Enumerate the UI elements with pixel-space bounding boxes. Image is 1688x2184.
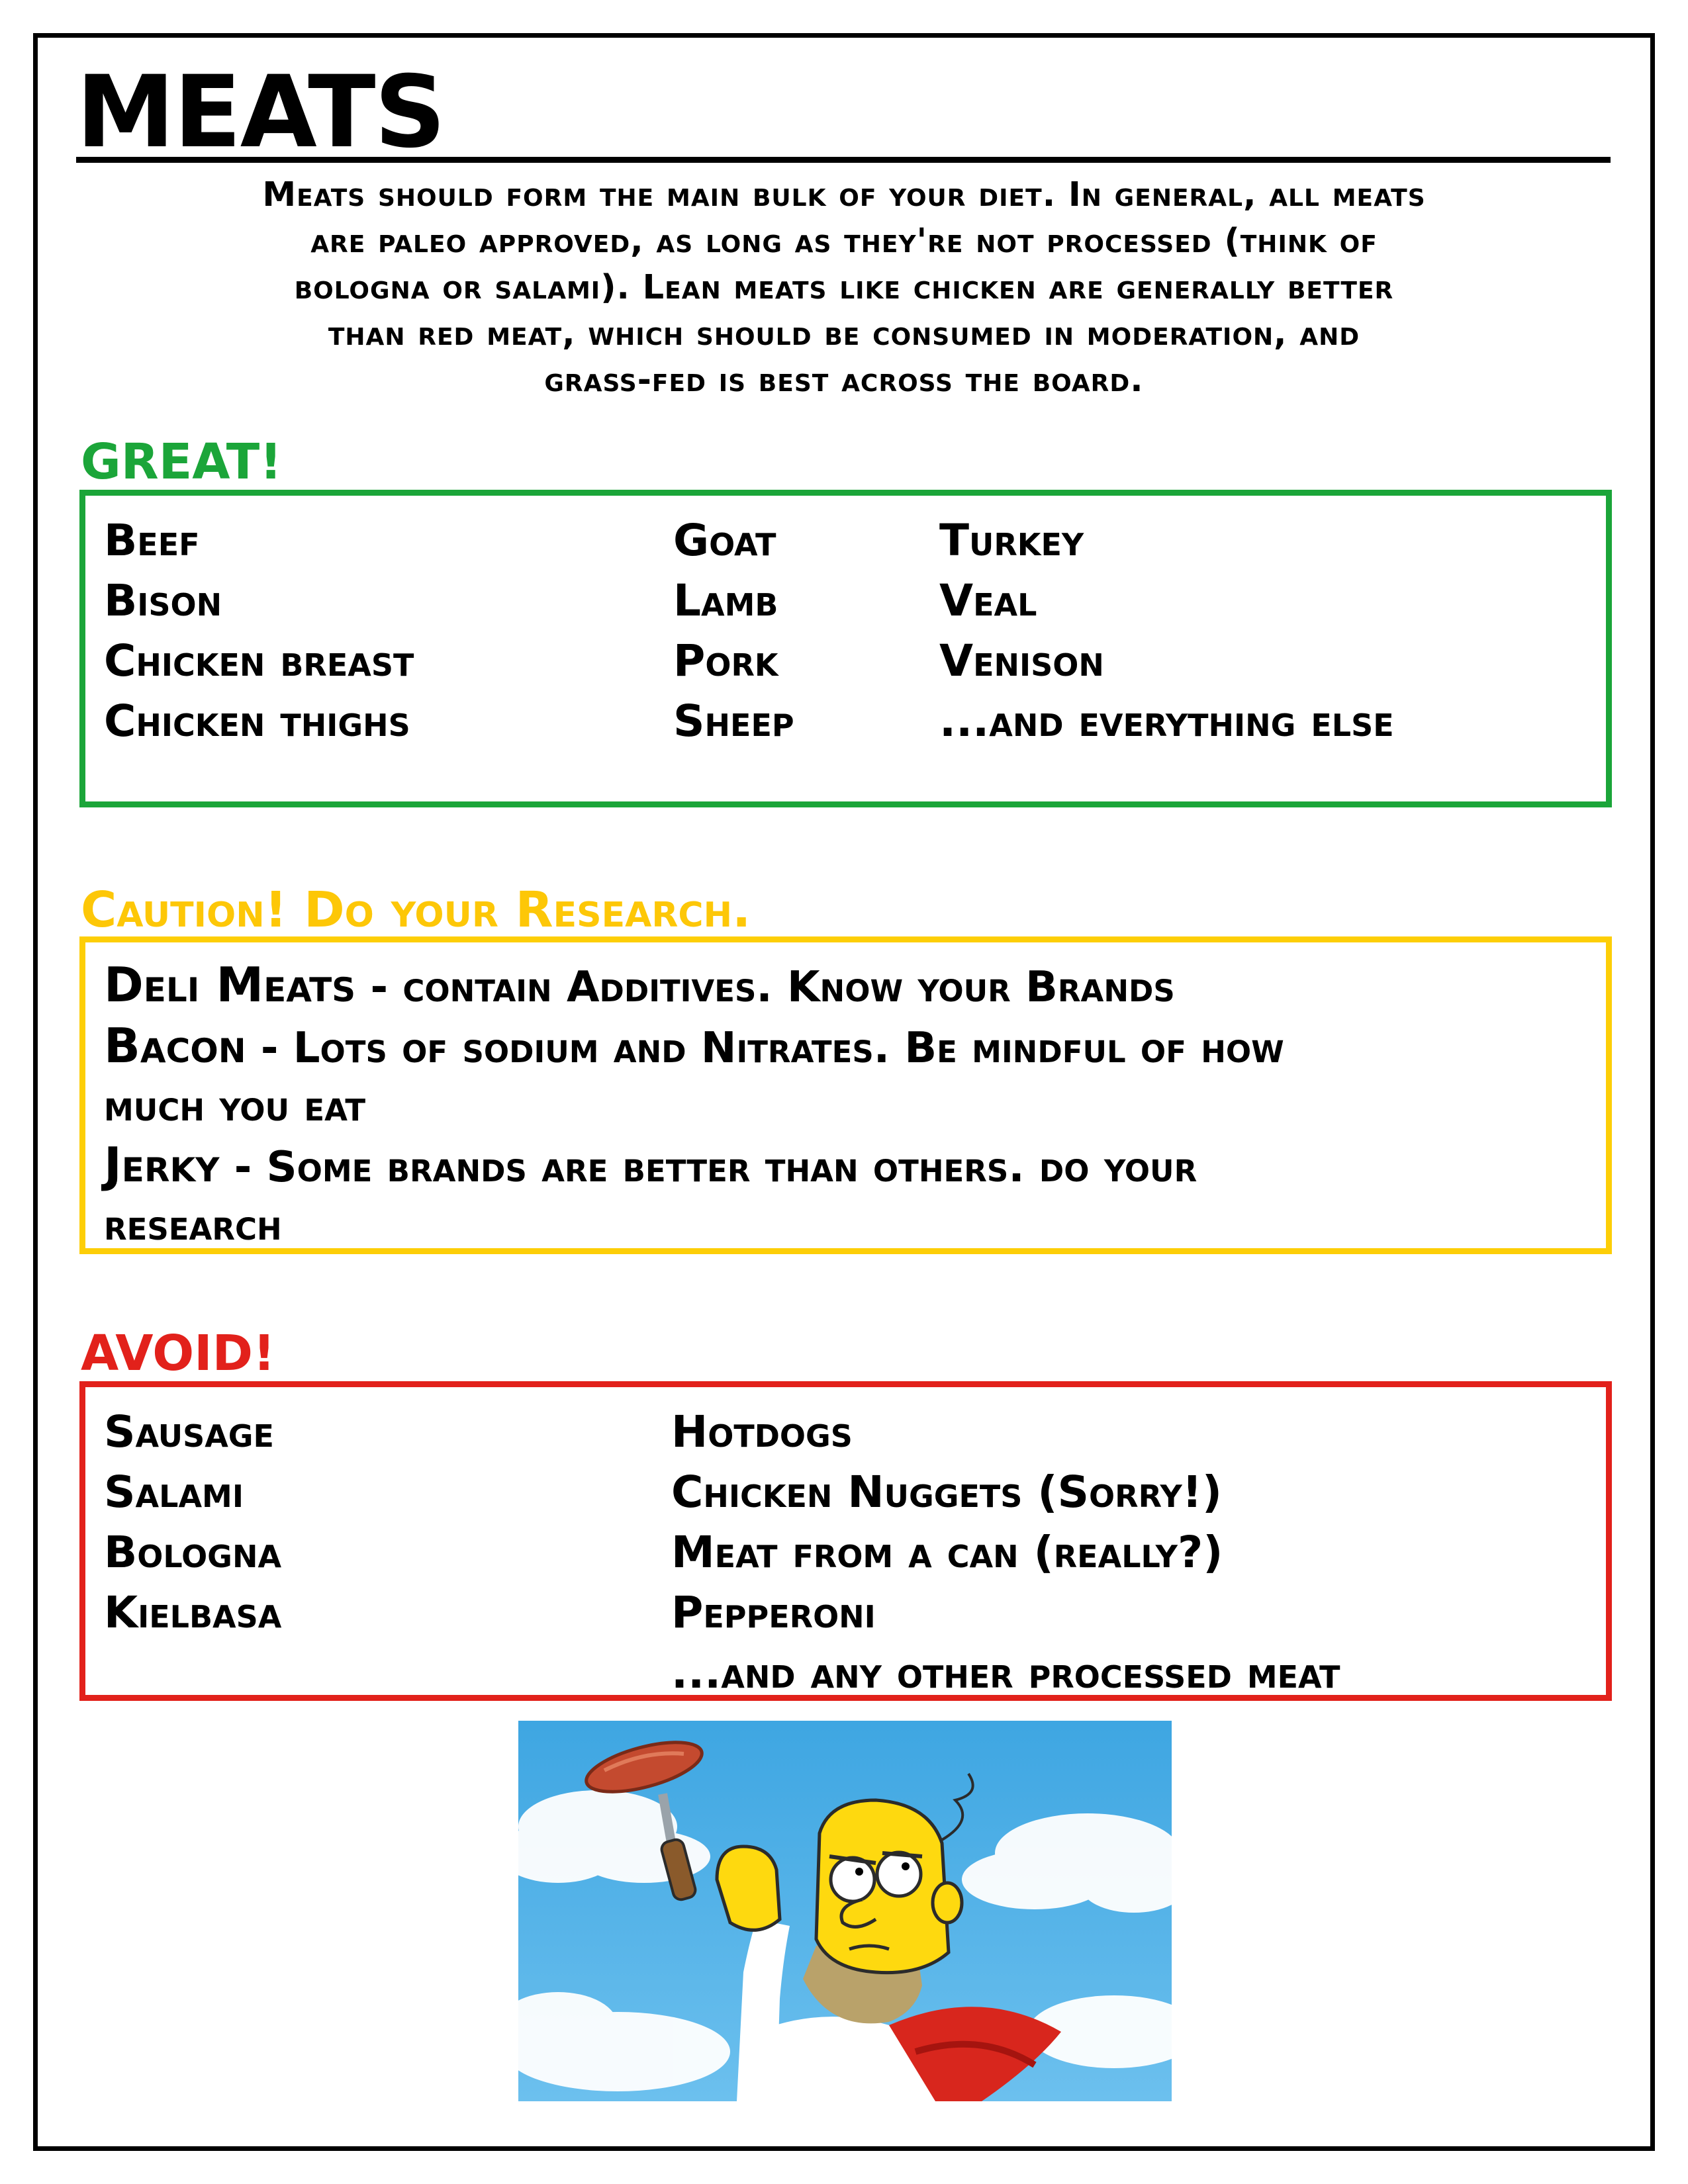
list-item: Veal	[939, 575, 1037, 626]
list-item: Salami	[104, 1467, 244, 1518]
list-item: Bologna	[104, 1527, 282, 1578]
great-column-1: Beef Bison Chicken breast Chicken thighs	[104, 510, 414, 751]
caution-item-name: Bacon	[104, 1018, 246, 1073]
list-item: Sausage	[104, 1406, 274, 1457]
list-item: Sheep	[673, 696, 794, 747]
title-underline	[76, 157, 1611, 163]
great-box: Beef Bison Chicken breast Chicken thighs…	[79, 490, 1612, 807]
list-item: Turkey	[939, 515, 1084, 566]
list-item: Goat	[673, 515, 776, 566]
list-item: Chicken breast	[104, 635, 414, 686]
page-title: MEATS	[76, 55, 446, 170]
list-item: Pepperoni	[671, 1587, 876, 1638]
intro-line: grass-fed is best across the board.	[544, 361, 1144, 400]
intro-line: than red meat, which should be consumed …	[328, 314, 1360, 353]
intro-line: Meats should form the main bulk of your …	[262, 175, 1426, 214]
great-column-2: Goat Lamb Pork Sheep	[673, 510, 794, 751]
great-heading: GREAT!	[81, 433, 283, 490]
list-item: Venison	[939, 635, 1104, 686]
list-item: Kielbasa	[104, 1587, 282, 1638]
caution-item-note: - Lots of sodium and Nitrates. Be mindfu…	[246, 1024, 1284, 1073]
list-item: Meat from a can (really?)	[671, 1527, 1223, 1578]
list-item: ...and any other processed meat	[671, 1647, 1340, 1698]
list-item: Hotdogs	[671, 1406, 853, 1457]
avoid-box: Sausage Salami Bologna Kielbasa Hotdogs …	[79, 1381, 1612, 1701]
caution-item-continuation: research	[104, 1201, 282, 1250]
cartoon-man-holding-sausage-icon	[518, 1721, 1172, 2101]
caution-box: Deli Meats - contain Additives. Know you…	[79, 936, 1612, 1254]
list-item: Chicken Nuggets (Sorry!)	[671, 1467, 1223, 1518]
avoid-column-2: Hotdogs Chicken Nuggets (Sorry!) Meat fr…	[671, 1402, 1340, 1703]
caution-item-note: - contain Additives. Know your Brands	[355, 963, 1175, 1012]
caution-item-deli: Deli Meats - contain Additives. Know you…	[104, 956, 1284, 1017]
caution-item-continuation: much you eat	[104, 1082, 366, 1131]
list-item: Bison	[104, 575, 222, 626]
avoid-column-1: Sausage Salami Bologna Kielbasa	[104, 1402, 281, 1643]
caution-item-jerky: Jerky - Some brands are better than othe…	[104, 1136, 1284, 1197]
caution-item-name: Deli Meats	[104, 957, 356, 1013]
caution-heading: Caution! Do your Research.	[81, 882, 751, 938]
cartoon-illustration	[518, 1721, 1172, 2101]
intro-paragraph: Meats should form the main bulk of your …	[93, 172, 1595, 404]
list-item: Pork	[673, 635, 778, 686]
list-item: Lamb	[673, 575, 778, 626]
caution-list: Deli Meats - contain Additives. Know you…	[104, 956, 1284, 1255]
intro-line: bologna or salami). Lean meats like chic…	[294, 268, 1394, 307]
list-item: Beef	[104, 515, 200, 566]
list-item: ...and everything else	[939, 696, 1394, 747]
great-column-3: Turkey Veal Venison ...and everything el…	[939, 510, 1394, 751]
list-item: Chicken thighs	[104, 696, 410, 747]
intro-line: are paleo approved, as long as they're n…	[310, 222, 1378, 261]
avoid-heading: AVOID!	[81, 1325, 275, 1382]
caution-item-name: Jerky	[104, 1137, 220, 1193]
caution-item-note: - Some brands are better than others. do…	[219, 1143, 1197, 1192]
caution-item-bacon: Bacon - Lots of sodium and Nitrates. Be …	[104, 1017, 1284, 1077]
